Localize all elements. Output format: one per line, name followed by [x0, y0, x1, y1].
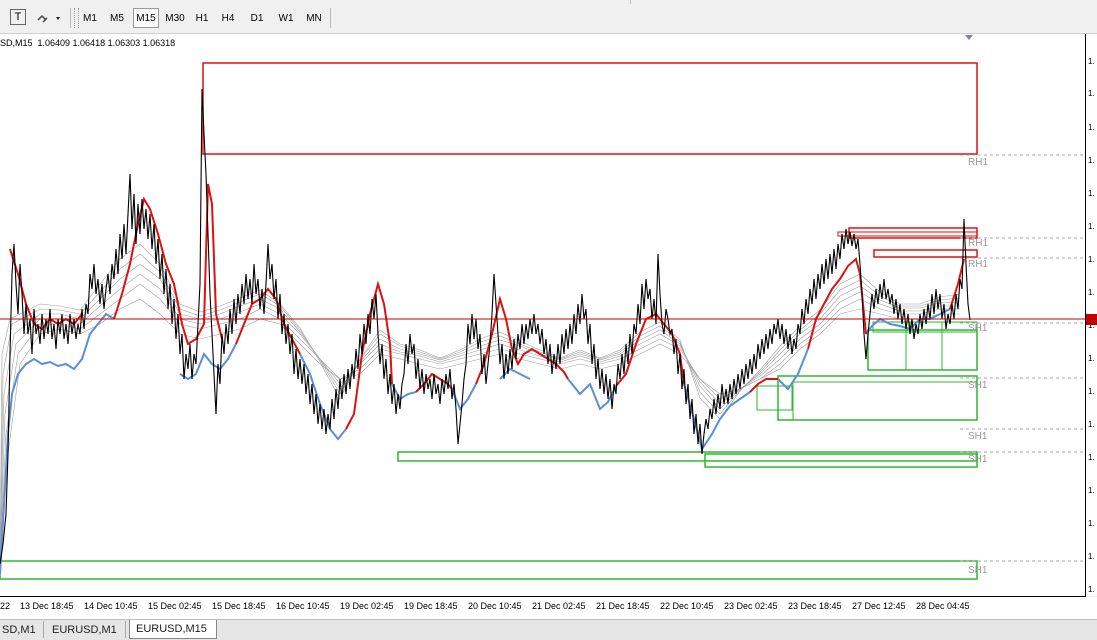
- level-label: RH1: [968, 259, 988, 270]
- timeframe-h1-button[interactable]: H1: [191, 8, 213, 28]
- level-label: RH1: [968, 157, 988, 168]
- time-axis-scale: 22 13 Dec 18:45 14 Dec 10:45 15 Dec 02:4…: [0, 601, 970, 611]
- timeframe-w1-button[interactable]: W1: [275, 8, 297, 28]
- timeframe-d1-button[interactable]: D1: [246, 8, 268, 28]
- chart-shift-marker-icon[interactable]: [965, 35, 973, 40]
- time-tick-label: 21 Dec 02:45: [532, 601, 586, 611]
- time-tick-label: 23 Dec 02:45: [724, 601, 778, 611]
- toolbar-separator: [330, 8, 331, 28]
- time-tick-label: 16 Dec 10:45: [276, 601, 330, 611]
- time-tick-label: 19 Dec 02:45: [340, 601, 394, 611]
- price-tick: 1.: [1088, 354, 1095, 363]
- timeframe-label: M5: [110, 12, 124, 24]
- resistance-zone: [873, 249, 978, 258]
- chart-tab-label: EURUSD,M15: [136, 623, 207, 635]
- ma-ribbon: [0, 243, 961, 565]
- resistance-zone-top: [202, 62, 978, 155]
- timeframe-m1-button[interactable]: M1: [79, 8, 101, 28]
- current-price-marker: [1086, 314, 1097, 325]
- chart-tab-bar: SD,M1 EURUSD,M1 EURUSD,M15: [0, 619, 1097, 640]
- price-axis[interactable]: 1. 1. 1. 1. 1. 1. 1. 1. 1. 1. 1. 1. 1. 1…: [1086, 34, 1097, 596]
- time-tick-label: 13 Dec 18:45: [20, 601, 74, 611]
- price-tick: 1.: [1088, 519, 1095, 528]
- timeframe-label: W1: [278, 12, 294, 24]
- fast-ma-up: [9, 183, 965, 430]
- support-zone: [756, 385, 793, 411]
- support-zone: [867, 329, 978, 371]
- time-tick-label: 22 Dec 10:45: [660, 601, 714, 611]
- level-label: SH1: [968, 323, 988, 334]
- support-zone: [777, 375, 978, 421]
- timeframe-label: MN: [306, 12, 322, 24]
- time-tick-label: 14 Dec 10:45: [84, 601, 138, 611]
- timeframe-label: M1: [83, 12, 97, 24]
- toolbar-separator: [70, 8, 71, 28]
- level-label: SH1: [968, 454, 988, 465]
- price-tick: 1.: [1088, 89, 1095, 98]
- price-tick: 1.: [1088, 453, 1095, 462]
- price-tick: 1.: [1088, 255, 1095, 264]
- timeframe-m15-button[interactable]: M15: [133, 8, 159, 28]
- text-tool-label: T: [14, 11, 22, 23]
- timeframe-h4-button[interactable]: H4: [217, 8, 239, 28]
- chart-tab[interactable]: SD,M1: [0, 621, 44, 638]
- objects-dropdown-button[interactable]: [34, 8, 64, 28]
- level-label: RH1: [968, 238, 988, 249]
- price-tick: 1.: [1088, 57, 1095, 66]
- chart-area[interactable]: RH1 RH1 RH1 SH1 SH1 SH1 SH1 SH1: [0, 34, 1086, 597]
- level-label: SH1: [968, 380, 988, 391]
- time-tick-label: 20 Dec 10:45: [468, 601, 522, 611]
- price-tick: 1.: [1088, 156, 1095, 165]
- timeframe-label: M30: [165, 12, 185, 24]
- price-tick: 1.: [1088, 189, 1095, 198]
- price-tick: 1.: [1088, 288, 1095, 297]
- timeframe-m30-button[interactable]: M30: [162, 8, 188, 28]
- timeframe-label: M15: [136, 12, 156, 24]
- chart-tab-label: SD,M1: [2, 623, 36, 636]
- chart-tab[interactable]: EURUSD,M1: [46, 621, 126, 638]
- time-tick-label: 15 Dec 02:45: [148, 601, 202, 611]
- time-tick-label: 23 Dec 18:45: [788, 601, 842, 611]
- timeframe-label: D1: [250, 12, 264, 24]
- price-tick: 1.: [1088, 222, 1095, 231]
- chart-title: SD,M15 1.06409 1.06418 1.06303 1.06318: [0, 38, 176, 48]
- draw-objects-icon: [37, 14, 60, 23]
- toolbar-top-edge: [0, 0, 631, 4]
- resistance-zone: [837, 231, 978, 237]
- time-tick-label: 28 Dec 04:45: [916, 601, 970, 611]
- price-tick: 1.: [1088, 486, 1095, 495]
- time-tick-label: 15 Dec 18:45: [212, 601, 266, 611]
- time-axis[interactable]: 22 13 Dec 18:45 14 Dec 10:45 15 Dec 02:4…: [0, 597, 1097, 619]
- chart-tab-active[interactable]: EURUSD,M15: [129, 620, 217, 639]
- time-tick-label: 19 Dec 18:45: [404, 601, 458, 611]
- support-zone: [792, 381, 978, 421]
- support-zone-bottom: [0, 560, 978, 580]
- price-tick: 1.: [1088, 420, 1095, 429]
- timeframe-label: H4: [221, 12, 235, 24]
- text-tool-icon[interactable]: T: [10, 9, 26, 25]
- price-chart: RH1 RH1 RH1 SH1 SH1 SH1 SH1 SH1: [0, 35, 1085, 580]
- price-axis-scale: 1. 1. 1. 1. 1. 1. 1. 1. 1. 1. 1. 1. 1. 1…: [1086, 57, 1097, 594]
- price-tick: 1.: [1088, 387, 1095, 396]
- price-tick: 1.: [1088, 585, 1095, 594]
- level-label: SH1: [968, 431, 988, 442]
- timeframe-m5-button[interactable]: M5: [106, 8, 128, 28]
- price-tick: 1.: [1088, 552, 1095, 561]
- time-tick-label: 22: [0, 601, 10, 611]
- price-line: [0, 88, 971, 565]
- price-tick: 1.: [1088, 123, 1095, 132]
- time-tick-label: 27 Dec 12:45: [852, 601, 906, 611]
- chart-tab-label: EURUSD,M1: [52, 623, 117, 636]
- chart-toolbar: T M1 M5 M15 M30 H1 H4 D1 W1 MN: [0, 0, 1097, 34]
- support-zone: [905, 329, 943, 371]
- timeframe-mn-button[interactable]: MN: [302, 8, 326, 28]
- time-tick-label: 21 Dec 18:45: [596, 601, 650, 611]
- timeframe-label: H1: [195, 12, 209, 24]
- level-label: SH1: [968, 565, 988, 576]
